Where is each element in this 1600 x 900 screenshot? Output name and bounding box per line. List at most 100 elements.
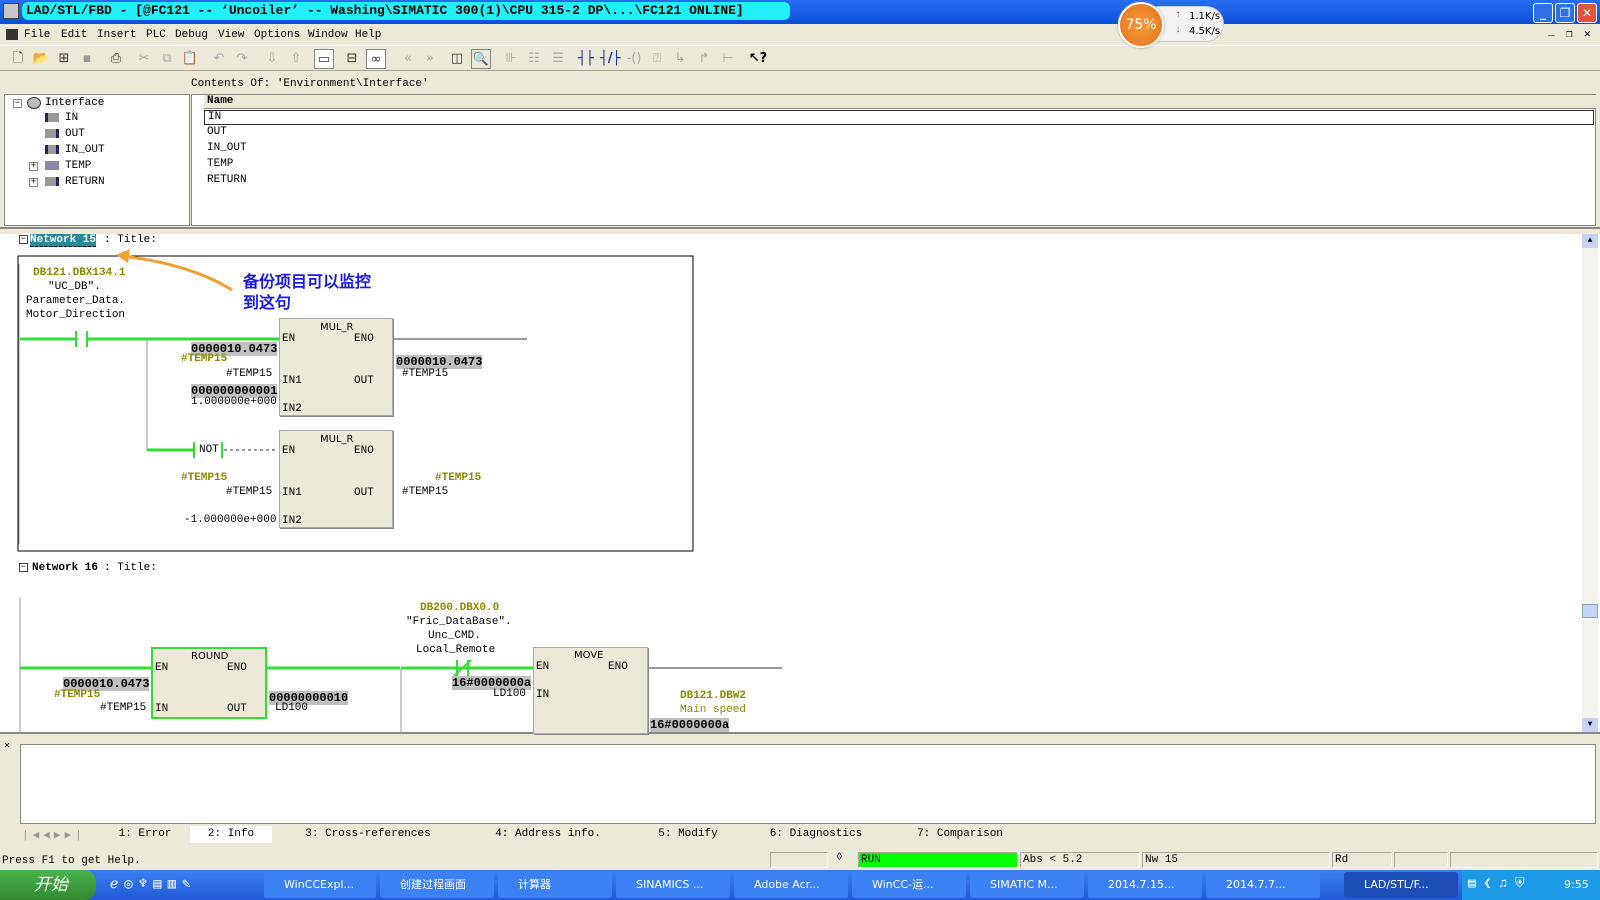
tab-info[interactable]: 2: Info: [190, 826, 272, 843]
menu-help[interactable]: Help: [355, 29, 381, 41]
network-15-title[interactable]: : Title:: [104, 234, 157, 246]
mdi-restore-button[interactable]: ❐: [1566, 27, 1573, 41]
mul-r-box-1[interactable]: MUL_R EN ENO IN1 OUT IN2: [279, 318, 393, 416]
contents-row-return[interactable]: RETURN: [207, 174, 247, 186]
tree-item-return[interactable]: RETURN: [65, 176, 105, 188]
mdi-close-button[interactable]: ✕: [1584, 27, 1591, 41]
upload-icon[interactable]: ⇧: [286, 49, 306, 69]
undo-icon[interactable]: ↶: [209, 49, 229, 69]
start-button[interactable]: 开始: [0, 870, 96, 900]
status-empty: [1450, 852, 1598, 868]
copy-icon[interactable]: ⧉: [157, 49, 177, 69]
restore-button[interactable]: ❐: [1555, 3, 1575, 23]
help-cursor-icon[interactable]: ↖?: [748, 49, 768, 69]
scroll-thumb[interactable]: [1582, 604, 1598, 618]
mul-r-box-2[interactable]: MUL_R EN ENO IN1 OUT IN2: [279, 430, 393, 528]
column-header-name[interactable]: Name: [204, 95, 1596, 109]
menu-edit[interactable]: Edit: [61, 29, 87, 41]
taskbar-item[interactable]: Adobe Acr...: [734, 872, 848, 898]
ladder-editor[interactable]: − Network 15 : Title: DB121.DBX134.1 "UC…: [0, 234, 1600, 734]
open-branch-icon[interactable]: ↳: [670, 49, 690, 69]
redo-icon[interactable]: ↷: [232, 49, 252, 69]
menu-debug[interactable]: Debug: [175, 29, 208, 41]
save-icon[interactable]: ▪: [77, 49, 97, 69]
round-box[interactable]: ROUND EN ENO IN OUT: [151, 647, 267, 719]
menu-window[interactable]: Window: [308, 29, 348, 41]
info-output-area[interactable]: [20, 744, 1596, 824]
menu-options[interactable]: Options: [254, 29, 300, 41]
tree-item-interface[interactable]: Interface: [45, 97, 105, 109]
coil-icon[interactable]: -(): [624, 49, 644, 69]
connection-icon[interactable]: ⊢: [718, 49, 738, 69]
tree-item-in[interactable]: IN: [65, 112, 78, 124]
monitor-glasses-icon[interactable]: ∞: [366, 49, 386, 69]
vertical-scrollbar[interactable]: ▲ ▼: [1582, 234, 1598, 732]
tab-cross-references[interactable]: 3: Cross-references: [272, 826, 464, 843]
menu-insert[interactable]: Insert: [97, 29, 137, 41]
close-pane-icon[interactable]: ✕: [4, 740, 10, 752]
overview-icon[interactable]: ▭: [314, 49, 334, 69]
cpu-usage-badge[interactable]: 75%: [1118, 2, 1164, 48]
tab-address-info[interactable]: 4: Address info.: [464, 826, 632, 843]
tree-item-out[interactable]: OUT: [65, 128, 85, 140]
tab-scroll-buttons[interactable]: |◀◀▶▶|: [22, 828, 90, 842]
taskbar-item[interactable]: 计算器: [498, 872, 612, 898]
network-16-title[interactable]: : Title:: [104, 562, 157, 574]
taskbar-item[interactable]: SINAMICS ...: [616, 872, 730, 898]
print-icon[interactable]: ⎙: [106, 49, 126, 69]
menu-file[interactable]: File: [24, 29, 50, 41]
tree-item-temp[interactable]: TEMP: [65, 160, 91, 172]
menu-plc[interactable]: PLC: [146, 29, 166, 41]
tree-item-in-out[interactable]: IN_OUT: [65, 144, 105, 156]
taskbar-item-active[interactable]: LAD/STL/F...: [1344, 872, 1458, 898]
tab-error[interactable]: 1: Error: [100, 826, 190, 843]
open-icon[interactable]: 📂: [31, 49, 51, 69]
network-icon[interactable]: ⊟: [342, 49, 362, 69]
quick-launch-icons[interactable]: ℯ◎♆▤▥✎: [110, 876, 196, 893]
tab-modify[interactable]: 5: Modify: [632, 826, 744, 843]
nc-contact-icon[interactable]: ┤/├: [600, 49, 620, 69]
stl-icon[interactable]: ☰: [548, 49, 568, 69]
next-network-icon[interactable]: »: [420, 49, 440, 69]
taskbar-item[interactable]: 2014.7.15...: [1088, 872, 1202, 898]
move-box[interactable]: MOVE EN ENO IN: [533, 647, 648, 734]
tab-comparison[interactable]: 7: Comparison: [888, 826, 1032, 843]
taskbar-item[interactable]: 2014.7.7...: [1206, 872, 1320, 898]
network-16-label[interactable]: Network 16: [32, 562, 98, 574]
empty-box-icon[interactable]: ⍰: [647, 49, 667, 69]
expand-icon[interactable]: +: [29, 178, 38, 187]
close-button[interactable]: ✕: [1577, 3, 1597, 23]
expand-icon[interactable]: +: [29, 162, 38, 171]
taskbar-item[interactable]: 创建过程画面: [380, 872, 494, 898]
collapse-icon[interactable]: −: [13, 99, 22, 108]
collapse-network-icon[interactable]: −: [19, 235, 28, 244]
split-view-icon[interactable]: ◫: [447, 49, 467, 69]
mdi-minimize-button[interactable]: _: [1548, 27, 1555, 39]
collapse-network-icon[interactable]: −: [19, 563, 28, 572]
zoom-view-icon[interactable]: 🔍: [471, 49, 491, 69]
contents-row-temp[interactable]: TEMP: [207, 158, 233, 170]
new-icon[interactable]: 🗋: [8, 49, 28, 69]
prev-network-icon[interactable]: «: [398, 49, 418, 69]
cut-icon[interactable]: ✂: [134, 49, 154, 69]
fbd-icon[interactable]: ☷: [524, 49, 544, 69]
network-15-label[interactable]: Network 15: [30, 234, 97, 247]
accessible-nodes-icon[interactable]: ⊞: [54, 49, 74, 69]
scroll-down-button[interactable]: ▼: [1582, 718, 1598, 732]
contents-row-out[interactable]: OUT: [207, 126, 227, 138]
lad-icon[interactable]: ⊪: [501, 49, 521, 69]
tab-diagnostics[interactable]: 6: Diagnostics: [744, 826, 888, 843]
minimize-button[interactable]: _: [1533, 3, 1553, 23]
download-icon[interactable]: ⇩: [262, 49, 282, 69]
taskbar-item[interactable]: WinCCExpl...: [264, 872, 376, 898]
tray-icons[interactable]: ▤ ❮ ♫ ⛨: [1468, 876, 1525, 891]
contents-row-in-out[interactable]: IN_OUT: [207, 142, 247, 154]
contents-row-in[interactable]: IN: [204, 110, 1594, 125]
no-contact-icon[interactable]: ┤├: [576, 49, 596, 69]
menu-view[interactable]: View: [218, 29, 244, 41]
scroll-up-button[interactable]: ▲: [1582, 234, 1598, 248]
taskbar-item[interactable]: WinCC-运...: [852, 872, 966, 898]
paste-icon[interactable]: 📋: [180, 49, 200, 69]
taskbar-item[interactable]: SIMATIC M...: [970, 872, 1084, 898]
close-branch-icon[interactable]: ↱: [694, 49, 714, 69]
